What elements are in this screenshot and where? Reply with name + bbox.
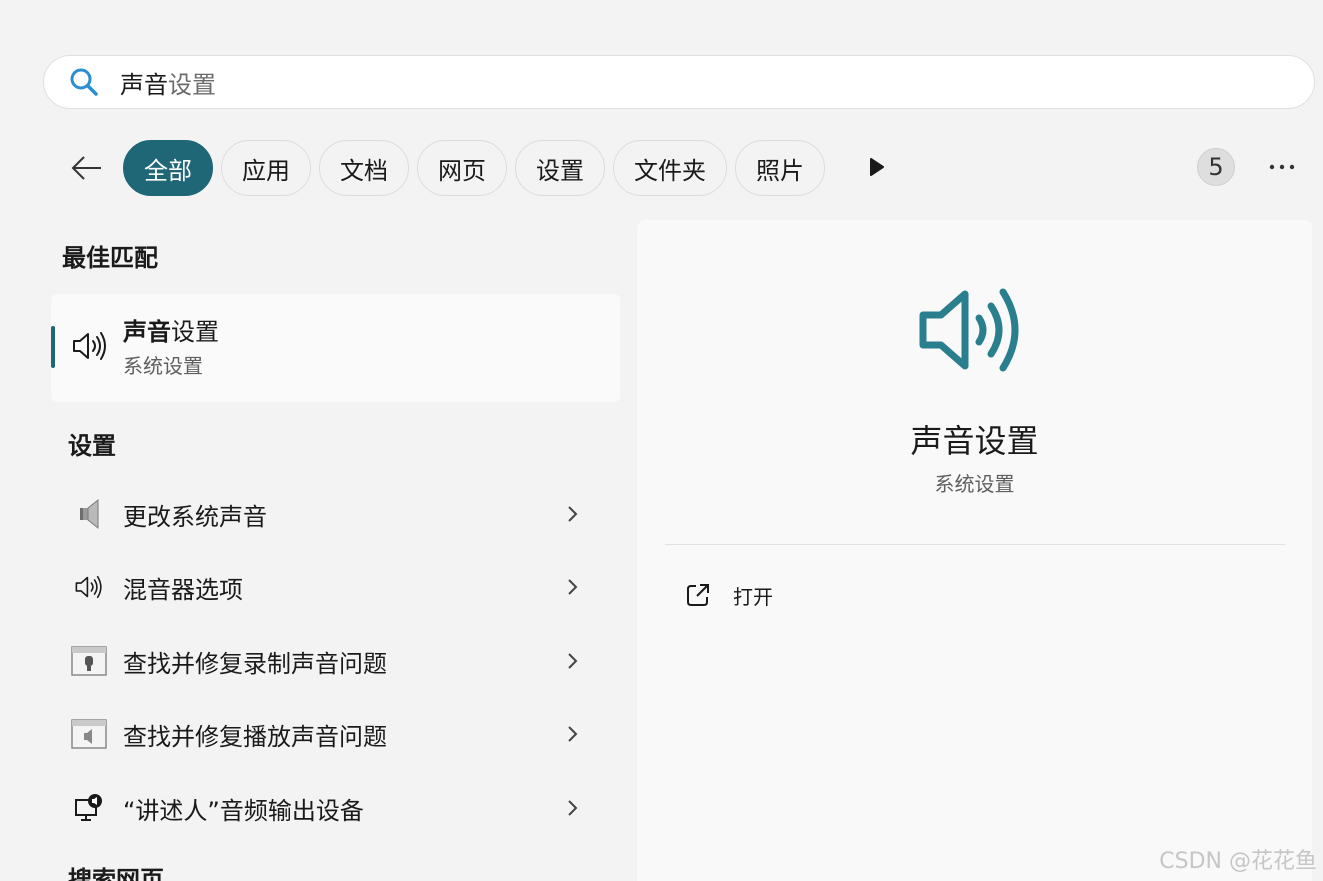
best-match-title-match: 声音 [123, 318, 171, 346]
best-match-title: 声音设置 [123, 312, 219, 347]
detail-panel: 声音设置 系统设置 打开 [637, 220, 1312, 881]
settings-item-label: 查找并修复录制声音问题 [123, 649, 387, 678]
settings-item-label: 更改系统声音 [123, 502, 267, 531]
settings-heading: 设置 [68, 432, 116, 460]
settings-item-label: 查找并修复播放声音问题 [123, 722, 387, 751]
search-query-match: 声音 [120, 70, 168, 99]
back-button[interactable] [62, 143, 112, 193]
detail-subtitle: 系统设置 [934, 472, 1015, 496]
web-search-heading: 搜索网页 [68, 866, 164, 881]
best-match-title-suffix: 设置 [171, 318, 219, 346]
chevron-right-icon [568, 579, 578, 595]
settings-item-narrator-audio[interactable]: “讲述人”音频输出设备 [51, 778, 620, 838]
search-query-suffix: 设置 [168, 70, 216, 99]
volume-large-icon [919, 288, 1019, 372]
settings-item-mixer-options[interactable]: 混音器选项 [51, 557, 620, 617]
more-options-button[interactable] [1264, 152, 1300, 182]
settings-item-fix-playback[interactable]: 查找并修复播放声音问题 [51, 704, 620, 764]
troubleshoot-playback-icon [71, 716, 107, 752]
play-icon [870, 158, 884, 176]
filter-chip-web[interactable]: 网页 [417, 140, 507, 196]
chevron-right-icon [568, 800, 578, 816]
filter-chip-apps[interactable]: 应用 [221, 140, 311, 196]
troubleshoot-recording-icon [71, 643, 107, 679]
narrator-icon [71, 790, 107, 826]
volume-icon [71, 569, 107, 605]
filter-chip-folders[interactable]: 文件夹 [613, 140, 727, 196]
divider [665, 544, 1285, 545]
open-external-icon [687, 584, 709, 606]
open-action-label: 打开 [733, 584, 773, 609]
settings-item-change-system-sounds[interactable]: 更改系统声音 [51, 484, 620, 544]
best-match-heading: 最佳匹配 [62, 244, 158, 272]
settings-item-label: 混音器选项 [123, 575, 243, 604]
volume-icon [73, 332, 106, 360]
search-icon [70, 68, 98, 96]
settings-item-label: “讲述人”音频输出设备 [123, 796, 364, 825]
filter-row: 全部 应用 文档 网页 设置 文件夹 照片 5 [62, 140, 1312, 196]
selection-indicator [51, 326, 55, 368]
open-action[interactable]: 打开 [685, 578, 773, 612]
arrow-left-icon [71, 156, 101, 180]
filter-chip-photos[interactable]: 照片 [735, 140, 825, 196]
filter-chip-documents[interactable]: 文档 [319, 140, 409, 196]
result-count-badge[interactable]: 5 [1197, 148, 1235, 186]
search-box[interactable]: 声音设置 [43, 55, 1315, 109]
best-match-item[interactable]: 声音设置 系统设置 [51, 294, 620, 402]
detail-title: 声音设置 [910, 422, 1039, 460]
settings-item-fix-recording[interactable]: 查找并修复录制声音问题 [51, 631, 620, 691]
search-input[interactable]: 声音设置 [120, 65, 216, 100]
chevron-right-icon [568, 726, 578, 742]
speaker-legacy-icon [71, 496, 107, 532]
filter-chip-settings[interactable]: 设置 [515, 140, 605, 196]
ellipsis-icon [1269, 164, 1295, 170]
best-match-subtitle: 系统设置 [123, 354, 203, 378]
watermark: CSDN @花花鱼 [1159, 849, 1317, 874]
more-filters-button[interactable] [862, 152, 892, 182]
filter-chip-all[interactable]: 全部 [123, 140, 213, 196]
chevron-right-icon [568, 653, 578, 669]
chevron-right-icon [568, 506, 578, 522]
